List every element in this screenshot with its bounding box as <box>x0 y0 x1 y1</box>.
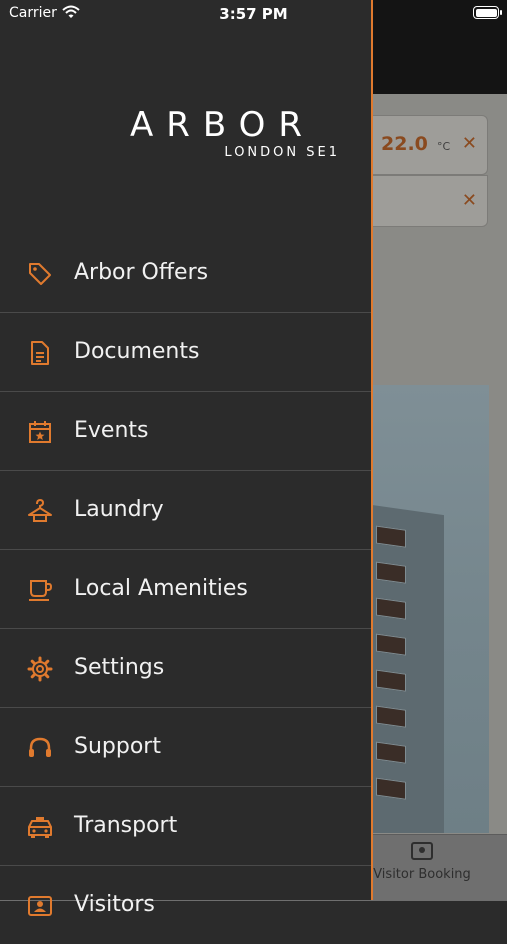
tag-icon <box>29 263 51 285</box>
menu-item-label: Support <box>74 734 161 759</box>
visitor-card-icon <box>28 896 52 916</box>
menu-item-settings[interactable]: Settings <box>0 629 371 708</box>
calendar-star-icon <box>29 421 51 443</box>
tab-visitor-booking[interactable]: Visitor Booking <box>372 842 472 882</box>
menu-item-label: Visitors <box>74 892 155 917</box>
dismiss-notice-icon[interactable]: ✕ <box>462 190 477 211</box>
menu-item-visitors[interactable]: Visitors <box>0 866 371 944</box>
menu-item-support[interactable]: Support <box>0 708 371 787</box>
menu-item-label: Transport <box>74 813 178 838</box>
tab-visitor-booking-label: Visitor Booking <box>373 867 471 882</box>
brand-subtitle: LONDON SE1 <box>224 145 340 160</box>
menu-item-transport[interactable]: Transport <box>0 787 371 866</box>
dismiss-temperature-icon[interactable]: ✕ <box>462 133 477 154</box>
menu-item-arbor-offers[interactable]: Arbor Offers <box>0 234 371 313</box>
status-bar: Carrier 3:57 PM <box>0 0 507 28</box>
menu-item-label: Documents <box>74 339 200 364</box>
temperature-value: 22.0 <box>381 133 428 155</box>
side-drawer: ARBOR LONDON SE1 Arbor Offers Documents <box>0 0 373 917</box>
menu-item-events[interactable]: Events <box>0 392 371 471</box>
brand-name: ARBOR <box>130 105 315 145</box>
menu-item-label: Local Amenities <box>74 576 248 601</box>
clock: 3:57 PM <box>219 5 288 23</box>
menu-item-label: Laundry <box>74 497 164 522</box>
building-photo <box>372 385 489 833</box>
visitor-booking-icon <box>411 842 433 860</box>
coffee-cup-icon <box>29 580 53 601</box>
menu-item-laundry[interactable]: Laundry <box>0 471 371 550</box>
menu-item-label: Events <box>74 418 149 443</box>
headset-icon <box>29 737 51 757</box>
menu-item-label: Settings <box>74 655 165 680</box>
temperature-unit: °C <box>437 140 451 153</box>
menu-item-documents[interactable]: Documents <box>0 313 371 392</box>
building-shape <box>372 505 444 833</box>
menu-item-local-amenities[interactable]: Local Amenities <box>0 550 371 629</box>
battery-icon <box>473 6 502 19</box>
drawer-menu: Arbor Offers Documents Events Laundry Lo… <box>0 234 371 944</box>
document-icon <box>31 341 49 365</box>
menu-item-label: Arbor Offers <box>74 260 209 285</box>
brand-logo: ARBOR LONDON SE1 <box>130 105 342 160</box>
hanger-icon <box>28 498 52 522</box>
gear-icon <box>27 656 53 682</box>
taxi-icon <box>28 817 52 838</box>
